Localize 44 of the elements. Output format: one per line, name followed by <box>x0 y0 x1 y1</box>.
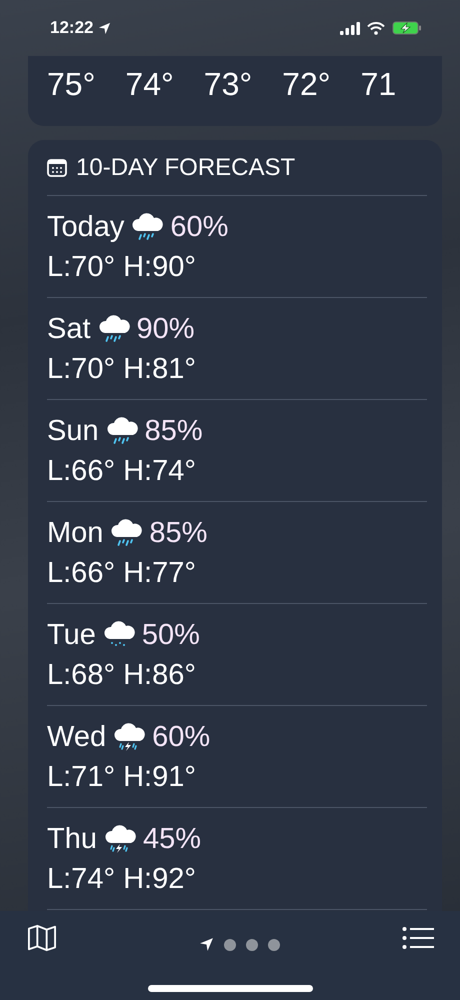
temperature-range: L:66° H:74° <box>47 454 197 488</box>
battery-charging-icon <box>392 21 422 35</box>
precipitation-chance: 85% <box>149 516 208 550</box>
day-name: Mon <box>47 516 104 550</box>
day-name: Today <box>47 210 124 244</box>
signal-icon <box>340 22 360 34</box>
location-arrow-icon <box>98 22 112 34</box>
precipitation-chance: 60% <box>170 210 228 244</box>
temperature-range: L:71° H:91° <box>47 760 197 794</box>
day-name: Wed <box>47 720 106 754</box>
precipitation-chance: 90% <box>136 312 195 346</box>
thunderstorm-icon <box>112 721 146 752</box>
hour-temperature: 74° <box>125 66 174 103</box>
rain-cloud-icon <box>109 517 144 548</box>
day-name: Thu <box>47 822 97 856</box>
calendar-icon <box>47 158 67 176</box>
day-name: Tue <box>47 618 96 652</box>
temperature-range: L:68° H:86° <box>47 658 197 692</box>
precipitation-chance: 85% <box>144 414 203 448</box>
precipitation-chance: 60% <box>152 720 210 754</box>
rain-cloud-icon <box>96 313 131 344</box>
thunderstorm-icon <box>102 823 137 854</box>
hour-temperature: 75° <box>47 66 96 103</box>
page-dot[interactable] <box>246 938 258 950</box>
temperature-range: L:66° H:77° <box>47 556 197 590</box>
hour-temperature: 72° <box>282 66 331 103</box>
temperature-range: L:74° H:92° <box>47 862 197 896</box>
location-page-icon[interactable] <box>198 937 214 952</box>
precipitation-chance: 50% <box>142 618 200 652</box>
day-name: Sun <box>47 414 99 448</box>
rain-cloud-icon <box>104 415 139 446</box>
page-dot[interactable] <box>268 938 280 950</box>
temperature-range: L:70° H:90° <box>47 250 197 284</box>
rain-cloud-icon <box>130 211 164 242</box>
section-title: 10-DAY FORECAST <box>76 154 296 182</box>
page-dot[interactable] <box>224 938 236 950</box>
status-time: 12:22 <box>50 18 94 38</box>
hour-temperature: 71 <box>360 66 396 103</box>
day-name: Sat <box>47 312 91 346</box>
map-button[interactable] <box>26 923 58 953</box>
precipitation-chance: 45% <box>142 822 202 856</box>
wifi-icon <box>367 22 385 34</box>
temperature-range: L:70° H:81° <box>47 352 197 386</box>
hour-temperature: 73° <box>204 66 252 103</box>
